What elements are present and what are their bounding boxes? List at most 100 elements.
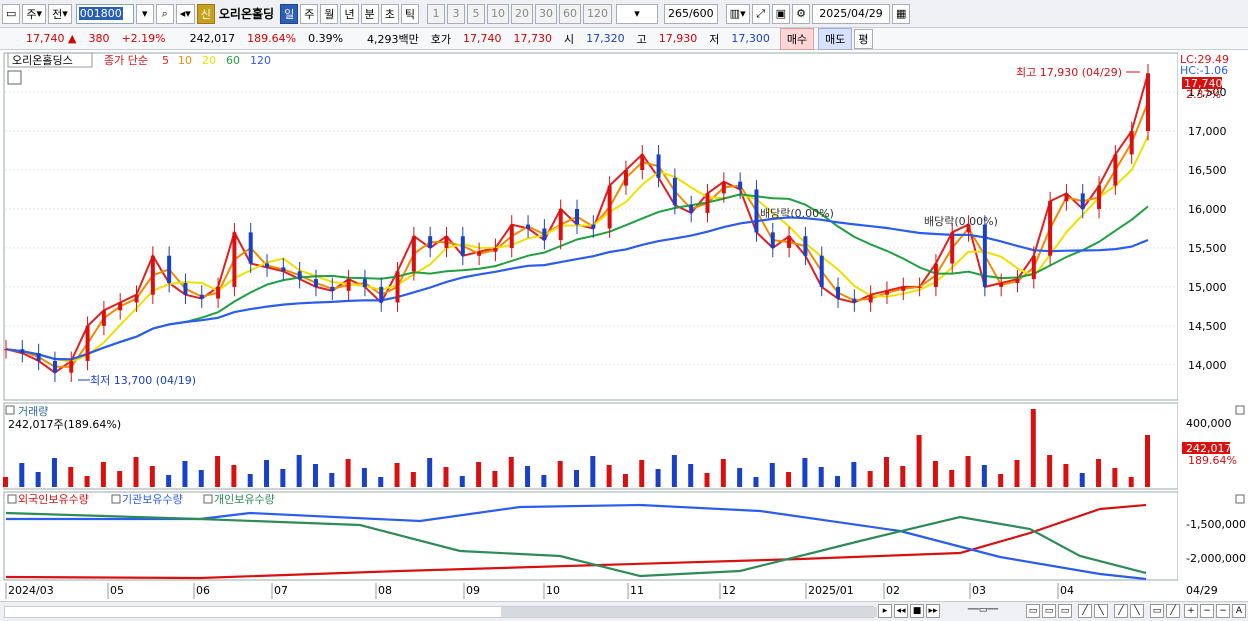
interval-button-120[interactable]: 120	[582, 3, 612, 24]
volume-bar	[35, 472, 41, 487]
candle-body	[281, 267, 286, 272]
volume-bar	[932, 461, 938, 487]
stock-code-input[interactable]: 001800	[75, 3, 134, 24]
x-label: 2025/01	[808, 584, 854, 597]
candle-body	[265, 263, 270, 268]
ask-price: 17,740	[463, 32, 502, 45]
multiwindow-icon[interactable]: ▭	[1042, 604, 1056, 618]
interval-button-1[interactable]: 1	[426, 3, 445, 24]
volume-bar	[198, 470, 204, 487]
crosshair-icon[interactable]: ⤢	[751, 3, 770, 24]
stop-icon[interactable]: ■	[910, 604, 924, 618]
avg-button[interactable]: 평	[854, 28, 873, 49]
window-icon[interactable]: ▭	[1026, 604, 1040, 618]
candle-body	[542, 228, 547, 241]
horizontal-scrollbar[interactable]	[4, 606, 877, 618]
period-select[interactable]: 주 ▾	[22, 3, 47, 24]
volume-collapse-icon[interactable]	[5, 405, 15, 415]
count-field[interactable]: 265/600	[663, 3, 718, 24]
draw-tool-icon-1[interactable]: ╱	[1078, 604, 1092, 618]
volume-bar	[149, 466, 155, 487]
holding-close-icon[interactable]	[1235, 494, 1245, 504]
candle-body	[297, 271, 302, 280]
holding-legend-box[interactable]	[7, 494, 17, 504]
interval-dropdown[interactable]: ▾	[615, 3, 658, 24]
speaker-icon[interactable]: ◂▾	[175, 3, 195, 24]
draw-tool-icon-2[interactable]: ╲	[1094, 604, 1108, 618]
volume-bar	[51, 458, 57, 487]
volume-bar	[949, 470, 955, 487]
volume-bar	[117, 471, 123, 487]
code-dropdown-icon[interactable]: ▾	[135, 3, 154, 24]
timeframe-tab-6[interactable]: 틱	[400, 3, 419, 24]
candle-body	[85, 325, 90, 361]
zoom-out-icon[interactable]: −	[1216, 604, 1230, 618]
candle-body	[509, 224, 514, 248]
candle-body	[330, 286, 335, 291]
layout-icon[interactable]: ▭	[2, 3, 21, 24]
volume-bar	[166, 475, 172, 487]
timeframe-tab-1[interactable]: 주	[300, 3, 319, 24]
buy-button[interactable]: 매수	[779, 27, 815, 50]
volume-bar	[541, 475, 547, 487]
interval-button-3[interactable]: 3	[446, 3, 465, 24]
legend-series-prefix: 종가 단순	[104, 54, 148, 67]
volume-ratio: 189.64%	[247, 32, 297, 45]
volume-bar	[981, 465, 987, 487]
draw-tool-icon-4[interactable]: ╲	[1130, 604, 1144, 618]
zoom-in-icon[interactable]: +	[1184, 604, 1198, 618]
sell-button[interactable]: 매도	[818, 27, 853, 50]
interval-button-10[interactable]: 10	[486, 3, 509, 24]
candle-body	[444, 236, 449, 248]
copy-icon[interactable]: ▭	[1058, 604, 1072, 618]
timeframe-tab-0[interactable]: 일	[280, 3, 299, 24]
rewind-icon[interactable]: ◂◂	[894, 604, 908, 618]
low-label: 저	[709, 32, 720, 46]
calendar-icon[interactable]: ▦	[892, 3, 911, 24]
mode-select[interactable]: 전 ▾	[48, 3, 72, 24]
table-icon[interactable]	[7, 70, 22, 85]
scroll-thumb[interactable]	[501, 607, 877, 617]
save-icon[interactable]: ▣	[771, 3, 790, 24]
font-icon[interactable]: A	[1232, 604, 1246, 618]
interval-button-5[interactable]: 5	[466, 3, 485, 24]
candle-body	[428, 236, 433, 248]
holding-legend-box[interactable]	[111, 494, 121, 504]
draw-tool-icon-5[interactable]: ▭	[1150, 604, 1164, 618]
candle-icon[interactable]: ▥▾	[725, 3, 750, 24]
search-icon[interactable]: ⌕	[155, 3, 174, 24]
candle-body	[167, 255, 172, 283]
volume-bar	[133, 457, 139, 487]
gear-icon[interactable]: ⚙	[792, 3, 810, 24]
candle-body	[819, 255, 824, 287]
holding-legend-box[interactable]	[203, 494, 213, 504]
candle-body	[1031, 255, 1036, 280]
interval-button-20[interactable]: 20	[510, 3, 533, 24]
draw-tool-icon-3[interactable]: ╱	[1114, 604, 1128, 618]
interval-button-60[interactable]: 60	[558, 3, 581, 24]
zoom-slider[interactable]: ──▭──	[948, 604, 1018, 618]
volume-bar	[916, 435, 922, 487]
holding-y-tick-2: -2,000,000	[1186, 552, 1246, 565]
candle-body	[118, 302, 123, 311]
scroll-right-icon[interactable]: ▸	[878, 604, 892, 618]
volume-close-icon[interactable]	[1235, 405, 1245, 415]
interval-buttons: 1 3 5 10 20 30 60 120	[425, 3, 612, 24]
timeframe-tab-4[interactable]: 분	[360, 3, 379, 24]
legend-ma-5: 5	[162, 54, 169, 67]
timeframe-tab-5[interactable]: 초	[380, 3, 399, 24]
zoom-reset-icon[interactable]: −	[1200, 604, 1214, 618]
x-label: 09	[466, 584, 480, 597]
forward-icon[interactable]: ▸▸	[926, 604, 940, 618]
volume-bar	[1030, 409, 1036, 487]
volume-bar	[786, 472, 792, 487]
draw-tool-icon-6[interactable]: ╱	[1166, 604, 1180, 618]
date-field[interactable]: 2025/04/29	[812, 3, 890, 24]
timeframe-tab-2[interactable]: 월	[320, 3, 339, 24]
x-label: 07	[274, 584, 288, 597]
legend-ma-10: 10	[178, 54, 192, 67]
interval-button-30[interactable]: 30	[534, 3, 557, 24]
chart-area[interactable]: 17,50017,00016,50016,00015,50015,00014,5…	[0, 51, 1248, 601]
candle-body	[183, 283, 188, 295]
timeframe-tab-3[interactable]: 년	[340, 3, 359, 24]
